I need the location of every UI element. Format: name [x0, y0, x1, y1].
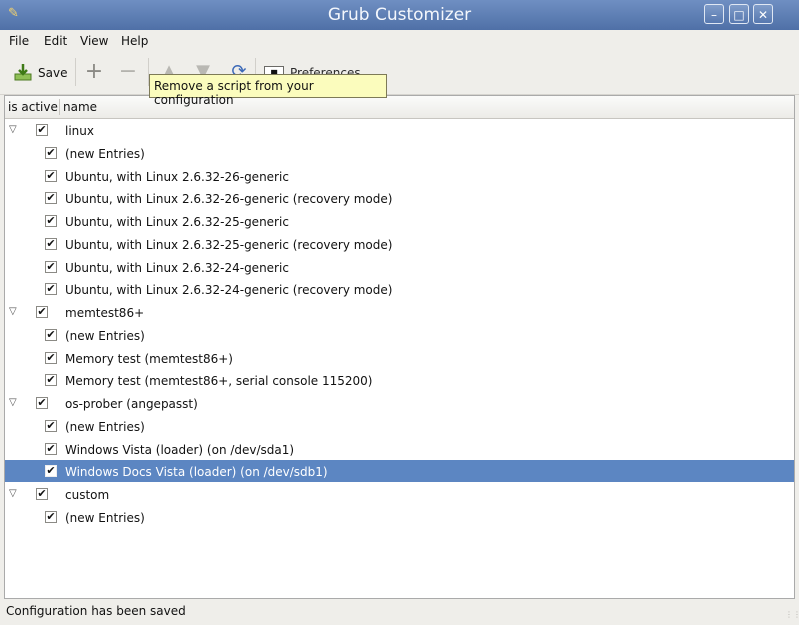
tree-entry-row[interactable]: ✔ (new Entries) — [5, 142, 794, 164]
active-checkbox[interactable]: ✔ — [45, 237, 57, 250]
active-checkbox[interactable]: ✔ — [45, 283, 57, 296]
expander-icon[interactable]: ▽ — [9, 306, 17, 317]
entry-label: Windows Vista (loader) (on /dev/sda1) — [65, 442, 295, 457]
entry-label: custom — [65, 488, 110, 502]
active-checkbox[interactable]: ✔ — [45, 260, 57, 273]
active-checkbox[interactable]: ✔ — [36, 397, 48, 409]
plus-icon: + — [84, 59, 104, 84]
status-text: Configuration has been saved — [6, 604, 186, 618]
tree-entry-row[interactable]: ✔ Windows Docs Vista (loader) (on /dev/sd… — [5, 460, 794, 483]
save-label: Save — [38, 66, 68, 80]
active-checkbox[interactable]: ✔ — [45, 374, 57, 387]
tree-entry-row[interactable]: ✔ (new Entries) — [5, 324, 794, 346]
expander-icon[interactable]: ▽ — [9, 124, 17, 135]
status-bar: Configuration has been saved ⋮⋮ — [0, 601, 799, 625]
menu-file[interactable]: File — [9, 34, 29, 48]
window-title: Grub Customizer — [327, 5, 472, 25]
menu-help[interactable]: Help — [121, 34, 148, 48]
entry-label: os-prober (angepasst) — [65, 397, 198, 411]
active-checkbox[interactable]: ✔ — [45, 465, 57, 478]
toolbar: Save + − ▲ ▼ ⟳ ■ Preferences — [0, 52, 799, 95]
active-checkbox[interactable]: ✔ — [45, 419, 57, 432]
tree-group-row[interactable]: ▽ ✔ linux — [5, 119, 794, 141]
tree-group-row[interactable]: ▽ ✔ custom — [5, 483, 794, 505]
active-checkbox[interactable]: ✔ — [45, 510, 57, 523]
active-checkbox[interactable]: ✔ — [36, 124, 48, 136]
app-window: ✎ Grub Customizer – □ ✕ File Edit View H… — [0, 0, 799, 625]
active-checkbox[interactable]: ✔ — [45, 442, 57, 455]
expander-icon[interactable]: ▽ — [9, 397, 17, 408]
tree-entry-row[interactable]: ✔ Windows Vista (loader) (on /dev/sda1) — [5, 438, 794, 460]
tree-entry-row[interactable]: ✔ Ubuntu, with Linux 2.6.32-24-generic — [5, 256, 794, 278]
tree-entry-row[interactable]: ✔ Memory test (memtest86+, serial console… — [5, 369, 794, 391]
entry-label: Windows Docs Vista (loader) (on /dev/sdb… — [65, 465, 328, 480]
entry-label: Ubuntu, with Linux 2.6.32-24-generic (re… — [65, 283, 393, 298]
add-button[interactable]: + — [82, 60, 106, 86]
entry-label: (new Entries) — [65, 419, 145, 434]
tree-entry-row[interactable]: ✔ Ubuntu, with Linux 2.6.32-25-generic — [5, 210, 794, 232]
menu-edit[interactable]: Edit — [44, 34, 67, 48]
script-tree[interactable]: is active name ▽ ✔ linux ✔ (new Entries) ✔ Ubu… — [4, 95, 795, 599]
remove-button[interactable]: − — [116, 60, 140, 86]
tree-entry-row[interactable]: ✔ Memory test (memtest86+) — [5, 347, 794, 369]
menu-bar: File Edit View Help — [0, 30, 799, 52]
menu-view[interactable]: View — [80, 34, 108, 48]
title-bar[interactable]: ✎ Grub Customizer – □ ✕ — [0, 0, 799, 30]
tree-entry-row[interactable]: ✔ Ubuntu, with Linux 2.6.32-26-generic (r… — [5, 187, 794, 209]
column-is-active[interactable]: is active — [8, 100, 58, 114]
entry-label: linux — [65, 124, 94, 138]
entry-label: Ubuntu, with Linux 2.6.32-26-generic — [65, 169, 289, 184]
entry-label: (new Entries) — [65, 510, 145, 525]
save-button[interactable]: Save — [10, 60, 70, 86]
active-checkbox[interactable]: ✔ — [45, 351, 57, 364]
tree-header: is active name — [5, 96, 794, 119]
entry-label: (new Entries) — [65, 328, 145, 343]
entry-label: Ubuntu, with Linux 2.6.32-25-generic (re… — [65, 237, 393, 252]
save-icon — [14, 64, 32, 81]
entry-label: Memory test (memtest86+) — [65, 351, 233, 366]
close-button[interactable]: ✕ — [753, 4, 773, 24]
column-divider[interactable] — [59, 99, 60, 115]
tree-entry-row[interactable]: ✔ Ubuntu, with Linux 2.6.32-24-generic (r… — [5, 278, 794, 300]
active-checkbox[interactable]: ✔ — [45, 146, 57, 159]
active-checkbox[interactable]: ✔ — [45, 215, 57, 227]
entry-label: (new Entries) — [65, 146, 145, 161]
tree-group-row[interactable]: ▽ ✔ memtest86+ — [5, 301, 794, 323]
active-checkbox[interactable]: ✔ — [45, 192, 57, 205]
minus-icon: − — [118, 59, 138, 84]
tree-entry-row[interactable]: ✔ (new Entries) — [5, 506, 794, 528]
active-checkbox[interactable]: ✔ — [45, 169, 57, 182]
tree-entry-row[interactable]: ✔ (new Entries) — [5, 415, 794, 437]
entry-label: memtest86+ — [65, 306, 145, 320]
entry-label: Memory test (memtest86+, serial console … — [65, 374, 373, 389]
minimize-button[interactable]: – — [704, 4, 724, 24]
active-checkbox[interactable]: ✔ — [36, 488, 48, 500]
expander-icon[interactable]: ▽ — [9, 488, 17, 499]
resize-grip-icon[interactable]: ⋮⋮ — [785, 611, 799, 621]
column-name[interactable]: name — [63, 100, 97, 114]
entry-label: Ubuntu, with Linux 2.6.32-26-generic (re… — [65, 192, 393, 207]
active-checkbox[interactable]: ✔ — [36, 306, 48, 318]
maximize-button[interactable]: □ — [729, 4, 749, 24]
tree-group-row[interactable]: ▽ ✔ os-prober (angepasst) — [5, 392, 794, 414]
tree-entry-row[interactable]: ✔ Ubuntu, with Linux 2.6.32-25-generic (r… — [5, 233, 794, 255]
tooltip: Remove a script from your configuration — [149, 74, 387, 107]
entry-label: Ubuntu, with Linux 2.6.32-25-generic — [65, 215, 289, 229]
tree-entry-row[interactable]: ✔ Ubuntu, with Linux 2.6.32-26-generic — [5, 165, 794, 187]
toolbar-separator — [75, 58, 76, 86]
active-checkbox[interactable]: ✔ — [45, 328, 57, 341]
entry-label: Ubuntu, with Linux 2.6.32-24-generic — [65, 260, 289, 275]
